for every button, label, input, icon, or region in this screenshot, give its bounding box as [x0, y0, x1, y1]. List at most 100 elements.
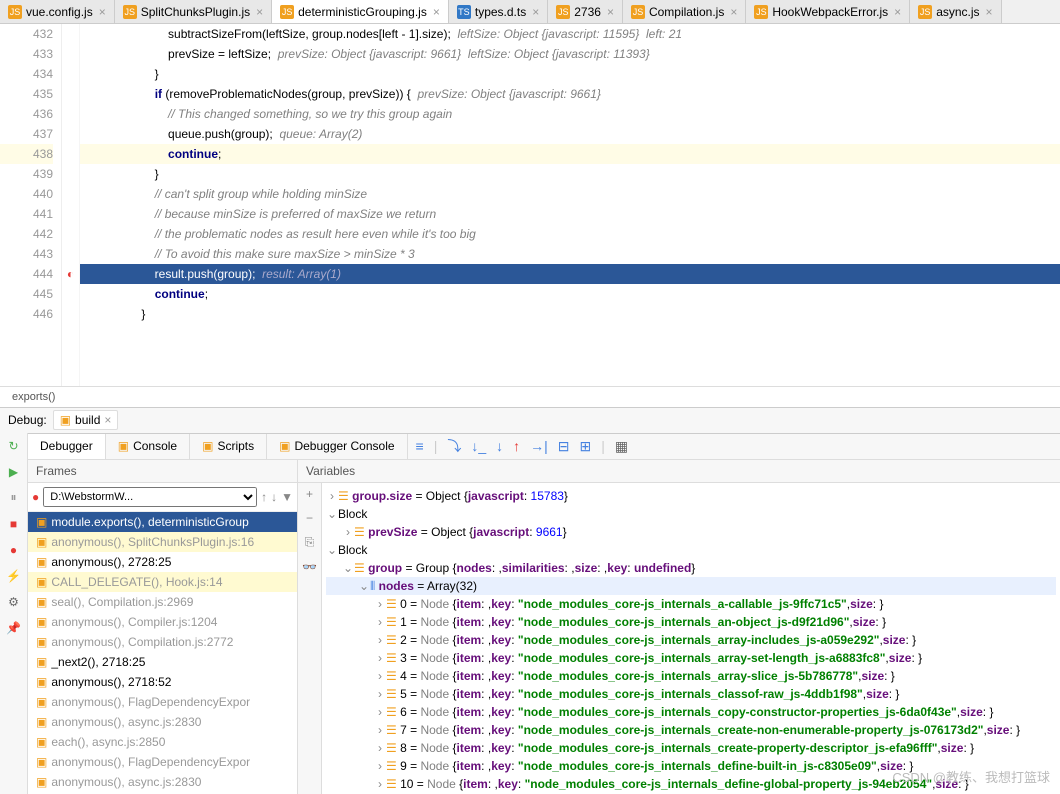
file-tab[interactable]: JSvue.config.js×: [0, 0, 115, 23]
pause-icon[interactable]: ⏸: [5, 489, 23, 507]
file-type-icon: JS: [754, 5, 768, 19]
frame-list[interactable]: ▣module.exports(), deterministicGroup▣an…: [28, 512, 297, 794]
eval-icon[interactable]: ⊟: [558, 438, 570, 455]
code-area[interactable]: subtractSizeFrom(leftSize, group.nodes[l…: [80, 24, 1060, 386]
frames-header: Frames: [28, 460, 297, 483]
tab-console[interactable]: ▣Console: [106, 434, 190, 459]
rerun-icon[interactable]: ↻: [5, 437, 23, 455]
next-frame-icon[interactable]: ↓: [271, 490, 277, 504]
file-type-icon: TS: [457, 5, 471, 19]
close-icon[interactable]: ×: [532, 5, 539, 19]
stack-frame[interactable]: ▣anonymous(), FlagDependencyExpor: [28, 752, 297, 772]
file-tab[interactable]: JSHookWebpackError.js×: [746, 0, 910, 23]
breadcrumb[interactable]: exports(): [0, 386, 1060, 407]
tab-scripts[interactable]: ▣Scripts: [190, 434, 267, 459]
stop-icon[interactable]: ■: [5, 515, 23, 533]
stack-frame[interactable]: ▣anonymous(), 2718:52: [28, 672, 297, 692]
close-icon[interactable]: ×: [894, 5, 901, 19]
stack-frame[interactable]: ▣_next2(), 2718:25: [28, 652, 297, 672]
watermark: CSDN @教练、我想打篮球: [892, 767, 1050, 786]
remove-watch-icon[interactable]: −: [306, 511, 313, 525]
file-tab[interactable]: JS2736×: [548, 0, 623, 23]
variables-pane: Variables + − ⎘ 👓 ›☰ group.size = Object…: [298, 460, 1060, 794]
close-icon[interactable]: ×: [433, 5, 440, 19]
run-to-cursor-icon[interactable]: →|: [530, 438, 548, 454]
build-config-tab[interactable]: ▣build×: [53, 410, 119, 430]
vars-toolbar: + − ⎘ 👓: [298, 483, 322, 794]
file-type-icon: JS: [631, 5, 645, 19]
file-type-icon: JS: [280, 5, 294, 19]
frame-icon: ▣: [36, 755, 47, 769]
file-tab[interactable]: JSdeterministicGrouping.js×: [272, 0, 449, 23]
close-icon[interactable]: ×: [730, 5, 737, 19]
editor-tabs: JSvue.config.js×JSSplitChunksPlugin.js×J…: [0, 0, 1060, 24]
stack-frame[interactable]: ▣anonymous(), SplitChunksPlugin.js:16: [28, 532, 297, 552]
variables-tree[interactable]: ›☰ group.size = Object {javascript: 1578…: [322, 483, 1060, 794]
stack-frame[interactable]: ▣anonymous(), Compiler.js:1204: [28, 612, 297, 632]
pin-icon[interactable]: 📌: [5, 619, 23, 637]
file-type-icon: JS: [556, 5, 570, 19]
file-type-icon: JS: [918, 5, 932, 19]
debug-panes: Frames ● D:\WebstormW... ↑ ↓ ▼ ▣module.e…: [28, 459, 1060, 794]
close-icon[interactable]: ×: [607, 5, 614, 19]
stack-frame[interactable]: ▣each(), async.js:2850: [28, 732, 297, 752]
stack-frame[interactable]: ▣anonymous(), async.js:2830: [28, 772, 297, 792]
frame-icon: ▣: [36, 555, 47, 569]
glasses-icon[interactable]: 👓: [302, 560, 317, 574]
file-type-icon: JS: [8, 5, 22, 19]
step-over-icon[interactable]: ⤵: [447, 436, 461, 456]
debug-label: Debug:: [8, 413, 47, 427]
variables-header: Variables: [298, 460, 1060, 483]
settings-icon[interactable]: ⚙: [5, 593, 23, 611]
frame-icon: ▣: [36, 615, 47, 629]
frame-icon: ▣: [36, 595, 47, 609]
close-icon[interactable]: ×: [256, 5, 263, 19]
close-icon[interactable]: ×: [986, 5, 993, 19]
debug-side-toolbar: ↻ ▶ ⏸ ■ ● ⚡ ⚙ 📌: [0, 433, 28, 794]
step-out-icon[interactable]: ↑: [513, 438, 520, 454]
marks-gutter: ◐: [62, 24, 80, 386]
resume-icon[interactable]: ▶: [5, 463, 23, 481]
frame-icon: ▣: [36, 575, 47, 589]
force-step-into-icon[interactable]: ↓: [496, 438, 503, 454]
stack-frame[interactable]: ▣anonymous(), Compilation.js:2772: [28, 632, 297, 652]
stack-frame[interactable]: ▣module.exports(), deterministicGroup: [28, 512, 297, 532]
frame-icon: ▣: [36, 675, 47, 689]
frame-icon: ▣: [36, 775, 47, 789]
stack-frame[interactable]: ▣CALL_DELEGATE(), Hook.js:14: [28, 572, 297, 592]
filter-icon[interactable]: ▼: [281, 490, 293, 504]
file-tab[interactable]: JSSplitChunksPlugin.js×: [115, 0, 272, 23]
frames-toolbar: ● D:\WebstormW... ↑ ↓ ▼: [28, 483, 297, 512]
add-watch-icon[interactable]: +: [306, 487, 313, 501]
frame-icon: ▣: [36, 735, 47, 749]
close-icon[interactable]: ×: [99, 5, 106, 19]
stack-frame[interactable]: ▣anonymous(), 2728:25: [28, 552, 297, 572]
frame-icon: ▣: [36, 535, 47, 549]
debug-header: Debug: ▣build×: [0, 407, 1060, 433]
grid-icon[interactable]: ▦: [615, 438, 628, 455]
frame-icon: ▣: [36, 695, 47, 709]
mute-breakpoints-icon[interactable]: ⚡: [5, 567, 23, 585]
stack-frame[interactable]: ▣anonymous(), async.js:2830: [28, 712, 297, 732]
file-tab[interactable]: TStypes.d.ts×: [449, 0, 548, 23]
show-exec-icon[interactable]: ≡: [416, 438, 424, 454]
copy-icon[interactable]: ⎘: [305, 535, 315, 550]
prev-frame-icon[interactable]: ↑: [261, 490, 267, 504]
stack-frame[interactable]: ▣seal(), Compilation.js:2969: [28, 592, 297, 612]
view-breakpoints-icon[interactable]: ●: [5, 541, 23, 559]
frame-icon: ▣: [36, 655, 47, 669]
file-tab[interactable]: JSCompilation.js×: [623, 0, 746, 23]
tab-debugger[interactable]: Debugger: [28, 434, 106, 459]
line-gutter: 4324334344354364374384394404414424434444…: [0, 24, 62, 386]
code-editor: 4324334344354364374384394404414424434444…: [0, 24, 1060, 386]
stack-frame[interactable]: ▣anonymous(), FlagDependencyExpor: [28, 692, 297, 712]
frame-icon: ▣: [36, 515, 47, 529]
frame-icon: ▣: [36, 635, 47, 649]
more-icon[interactable]: ⊞: [580, 438, 592, 455]
step-toolbar: ≡ | ⤵ ↓_ ↓ ↑ →| ⊟ ⊞ | ▦: [408, 436, 637, 456]
thread-selector[interactable]: D:\WebstormW...: [43, 487, 257, 507]
frame-icon: ▣: [36, 715, 47, 729]
step-into-icon[interactable]: ↓_: [471, 438, 486, 454]
tab-debugger-console[interactable]: ▣Debugger Console: [267, 434, 407, 459]
file-tab[interactable]: JSasync.js×: [910, 0, 1001, 23]
